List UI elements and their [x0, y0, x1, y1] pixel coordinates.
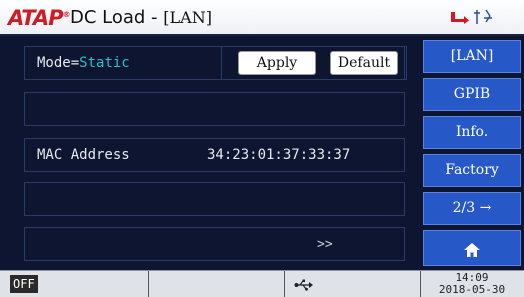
- page-title: DC Load - [LAN]: [70, 7, 212, 28]
- empty-row: [24, 92, 405, 126]
- usb-connection-icon: [450, 9, 470, 28]
- action-group: Apply Default: [221, 46, 407, 80]
- menu-lan-button[interactable]: [LAN]: [423, 40, 521, 73]
- menu-gpib-button[interactable]: GPIB: [423, 78, 521, 111]
- more-row[interactable]: >>: [24, 227, 405, 261]
- menu-next-page-button[interactable]: 2/3 →: [423, 192, 521, 225]
- main-panel: Mode=Static Apply Default MAC Address 34…: [0, 36, 420, 270]
- mode-row: Mode=Static Apply Default: [24, 46, 407, 80]
- output-status-badge: OFF: [10, 275, 38, 293]
- status-divider: [284, 271, 285, 297]
- apply-button[interactable]: Apply: [238, 51, 316, 75]
- mac-address-label: MAC Address: [37, 147, 130, 163]
- clock: 14:09 2018-05-30: [420, 272, 524, 296]
- mode-field[interactable]: Mode=Static: [37, 55, 130, 71]
- usb-icon: [294, 277, 314, 296]
- default-button[interactable]: Default: [330, 51, 398, 75]
- menu-info-button[interactable]: Info.: [423, 116, 521, 149]
- mac-address-row: MAC Address 34:23:01:37:33:37: [24, 138, 405, 172]
- more-indicator[interactable]: >>: [317, 237, 333, 252]
- page-title-tag: [LAN]: [163, 8, 212, 27]
- title-bar: ATAP® DC Load - [LAN]: [0, 0, 420, 36]
- status-icons: [420, 0, 524, 36]
- status-divider: [148, 271, 149, 297]
- lan-icon: [472, 8, 494, 30]
- menu-factory-button[interactable]: Factory: [423, 154, 521, 187]
- brand-logo: ATAP®: [8, 6, 71, 30]
- status-bar: OFF 14:09 2018-05-30: [0, 270, 524, 297]
- clock-date: 2018-05-30: [438, 283, 506, 296]
- side-menu: [LAN] GPIB Info. Factory 2/3 →: [420, 36, 524, 270]
- mac-address-value: 34:23:01:37:33:37: [207, 147, 351, 163]
- empty-row: [24, 182, 405, 216]
- mode-value: Static: [79, 55, 130, 71]
- home-icon: [463, 239, 481, 270]
- menu-home-button[interactable]: [423, 230, 521, 266]
